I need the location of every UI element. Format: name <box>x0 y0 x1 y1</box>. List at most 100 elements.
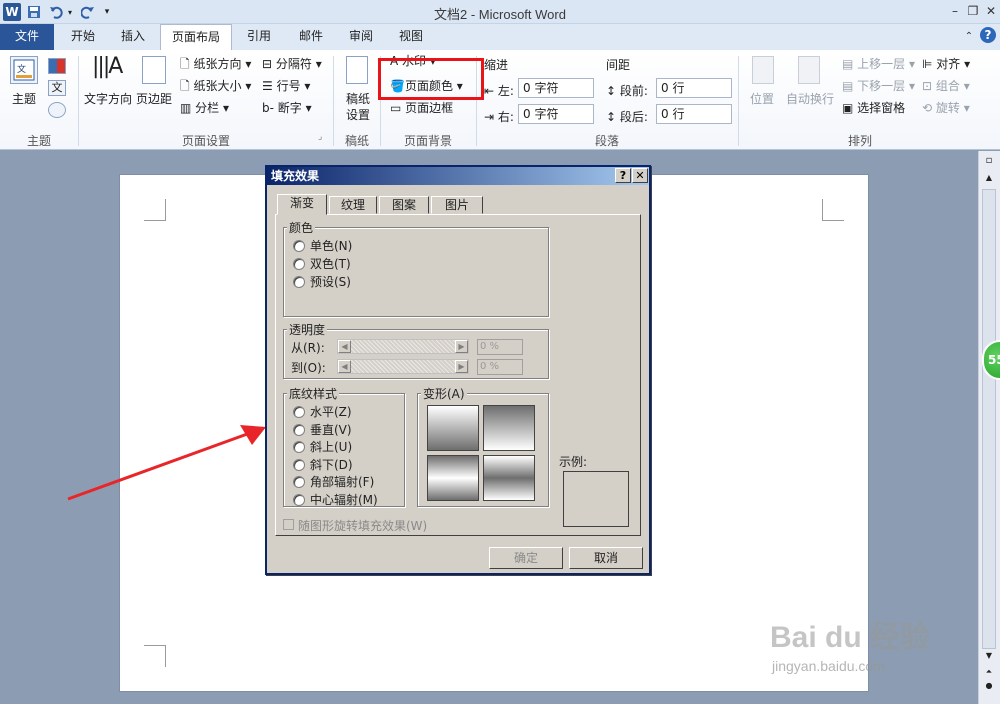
watermark-url: jingyan.baidu.com <box>772 658 885 674</box>
theme-colors-icon[interactable] <box>48 58 66 74</box>
columns-button[interactable]: ▥ 分栏 ▾ <box>180 99 229 116</box>
cancel-button[interactable]: 取消 <box>569 547 643 569</box>
bring-forward-icon: ▤ <box>842 57 854 71</box>
from-slider[interactable]: ◀ ▶ <box>337 339 469 354</box>
tab-review[interactable]: 审阅 <box>338 24 384 50</box>
dialog-close-button[interactable]: ✕ <box>632 168 648 183</box>
rotate-label: 旋转 <box>935 101 960 115</box>
variant-1[interactable] <box>427 405 479 451</box>
from-percent-input[interactable]: 0 % <box>477 339 523 355</box>
page-borders-button[interactable]: ▭ 页面边框 <box>390 99 453 116</box>
draft-setup-line1[interactable]: 稿纸 <box>346 90 370 107</box>
from-slider-right-icon[interactable]: ▶ <box>455 340 468 353</box>
tab-references[interactable]: 引用 <box>236 24 282 50</box>
to-slider-right-icon[interactable]: ▶ <box>455 360 468 373</box>
radio-one-color[interactable]: 单色(N) <box>293 237 352 254</box>
position-button[interactable]: 位置 <box>750 90 774 107</box>
radio-preset[interactable]: 预设(S) <box>293 273 351 290</box>
rotate-icon: ⟲ <box>922 101 933 115</box>
minimize-icon[interactable]: – <box>946 2 964 20</box>
draft-paper-icon[interactable] <box>346 56 368 84</box>
close-icon[interactable]: ✕ <box>982 2 1000 20</box>
line-numbers-button[interactable]: ☰ 行号 ▾ <box>262 77 310 94</box>
position-icon[interactable] <box>752 56 774 84</box>
dialog-title-bar[interactable]: 填充效果 ? ✕ <box>267 167 649 185</box>
radio-diagonal-up[interactable]: 斜上(U) <box>293 438 352 455</box>
ok-button[interactable]: 确定 <box>489 547 563 569</box>
theme-fonts-icon[interactable]: 文 <box>48 80 66 96</box>
tab-pattern[interactable]: 图案 <box>379 196 429 214</box>
from-slider-left-icon[interactable]: ◀ <box>338 340 351 353</box>
to-percent-input[interactable]: 0 % <box>477 359 523 375</box>
spacing-after-input[interactable]: 0 行 <box>656 104 732 124</box>
hyphenation-button[interactable]: b- 断字 ▾ <box>262 99 312 116</box>
dialog-launcher-icon[interactable]: ⌟ <box>318 132 322 142</box>
tab-picture[interactable]: 图片 <box>431 196 483 214</box>
margins-button[interactable]: 页边距 <box>136 90 172 107</box>
indent-left-input[interactable]: 0 字符 <box>518 78 594 98</box>
align-button[interactable]: ⊫ 对齐 ▾ <box>922 55 970 72</box>
radio-diagonal-down-label: 斜下(D) <box>310 458 353 472</box>
variant-3[interactable] <box>427 455 479 501</box>
rotate-fill-checkbox[interactable]: 随图形旋转填充效果(W) <box>283 517 427 534</box>
tab-file[interactable]: 文件 <box>0 24 54 50</box>
browse-object-icon[interactable]: ● <box>982 681 996 691</box>
window-title: 文档2 - Microsoft Word <box>434 7 566 22</box>
breaks-button[interactable]: ⊟ 分隔符 ▾ <box>262 55 322 72</box>
group-button[interactable]: ⊡ 组合 ▾ <box>922 77 970 94</box>
margins-icon[interactable] <box>142 56 166 84</box>
scroll-up-icon[interactable]: ▲ <box>982 173 996 185</box>
breaks-icon: ⊟ <box>262 57 273 71</box>
prev-page-icon[interactable]: ⏶ <box>982 667 996 679</box>
collapse-ribbon-icon[interactable]: ⌃ <box>960 28 978 46</box>
themes-icon[interactable]: 文 <box>10 56 38 84</box>
wrap-text-icon[interactable] <box>798 56 820 84</box>
tab-view[interactable]: 视图 <box>388 24 434 50</box>
spacing-title: 间距 <box>606 58 631 72</box>
radio-horizontal[interactable]: 水平(Z) <box>293 403 352 420</box>
orientation-button[interactable]: 🗋 纸张方向 ▾ <box>180 55 251 76</box>
selection-pane-button[interactable]: ▣ 选择窗格 <box>842 99 905 116</box>
rotate-button[interactable]: ⟲ 旋转 ▾ <box>922 99 970 116</box>
radio-from-center[interactable]: 中心辐射(M) <box>293 491 378 508</box>
indent-right-label: ⇥ 右: <box>484 108 514 125</box>
scroll-thumb[interactable] <box>982 189 996 649</box>
radio-diagonal-down[interactable]: 斜下(D) <box>293 456 353 473</box>
tab-page-layout[interactable]: 页面布局 <box>160 24 232 51</box>
watermark-brand: Bai du 经验 <box>770 621 931 654</box>
ruler-toggle-icon[interactable]: ▫ <box>981 155 997 169</box>
radio-two-colors[interactable]: 双色(T) <box>293 255 351 272</box>
variant-4[interactable] <box>483 455 535 501</box>
text-direction-icon[interactable]: |||A <box>92 54 123 79</box>
to-slider[interactable]: ◀ ▶ <box>337 359 469 374</box>
group-label: 组合 <box>935 79 960 93</box>
tab-texture[interactable]: 纹理 <box>329 196 377 214</box>
draft-setup-line2[interactable]: 设置 <box>346 106 370 123</box>
size-button[interactable]: 🗋 纸张大小 ▾ <box>180 77 251 98</box>
themes-button[interactable]: 主题 <box>12 90 36 107</box>
to-label: 到(O): <box>291 361 326 375</box>
page-borders-label: 页面边框 <box>405 101 454 115</box>
radio-from-corner[interactable]: 角部辐射(F) <box>293 473 374 490</box>
dialog-help-button[interactable]: ? <box>615 168 631 183</box>
ribbon-page-layout: 文 主题 文 主题 |||A 文字方向 页边距 🗋 纸张方向 ▾ 🗋 纸张大小 … <box>0 50 1000 150</box>
text-direction-button[interactable]: 文字方向 <box>84 90 132 107</box>
help-icon[interactable]: ? <box>980 27 996 43</box>
vertical-scrollbar[interactable]: ▫ ▲ ▼ ⏶ ● <box>978 151 1000 704</box>
tab-mailings[interactable]: 邮件 <box>288 24 334 50</box>
variant-2[interactable] <box>483 405 535 451</box>
tab-gradient[interactable]: 渐变 <box>277 194 327 215</box>
bring-forward-label: 上移一层 <box>857 57 906 71</box>
tab-insert[interactable]: 插入 <box>110 24 156 50</box>
spacing-before-input[interactable]: 0 行 <box>656 78 732 98</box>
bring-forward-button[interactable]: ▤ 上移一层 ▾ <box>842 55 915 72</box>
to-slider-left-icon[interactable]: ◀ <box>338 360 351 373</box>
tab-home[interactable]: 开始 <box>60 24 106 50</box>
wrap-text-button[interactable]: 自动换行 <box>786 90 834 107</box>
restore-icon[interactable]: ❐ <box>964 2 982 20</box>
scroll-down-icon[interactable]: ▼ <box>982 651 996 663</box>
theme-effects-icon[interactable] <box>48 102 66 118</box>
radio-vertical[interactable]: 垂直(V) <box>293 421 352 438</box>
send-backward-button[interactable]: ▤ 下移一层 ▾ <box>842 77 915 94</box>
indent-right-input[interactable]: 0 字符 <box>518 104 594 124</box>
